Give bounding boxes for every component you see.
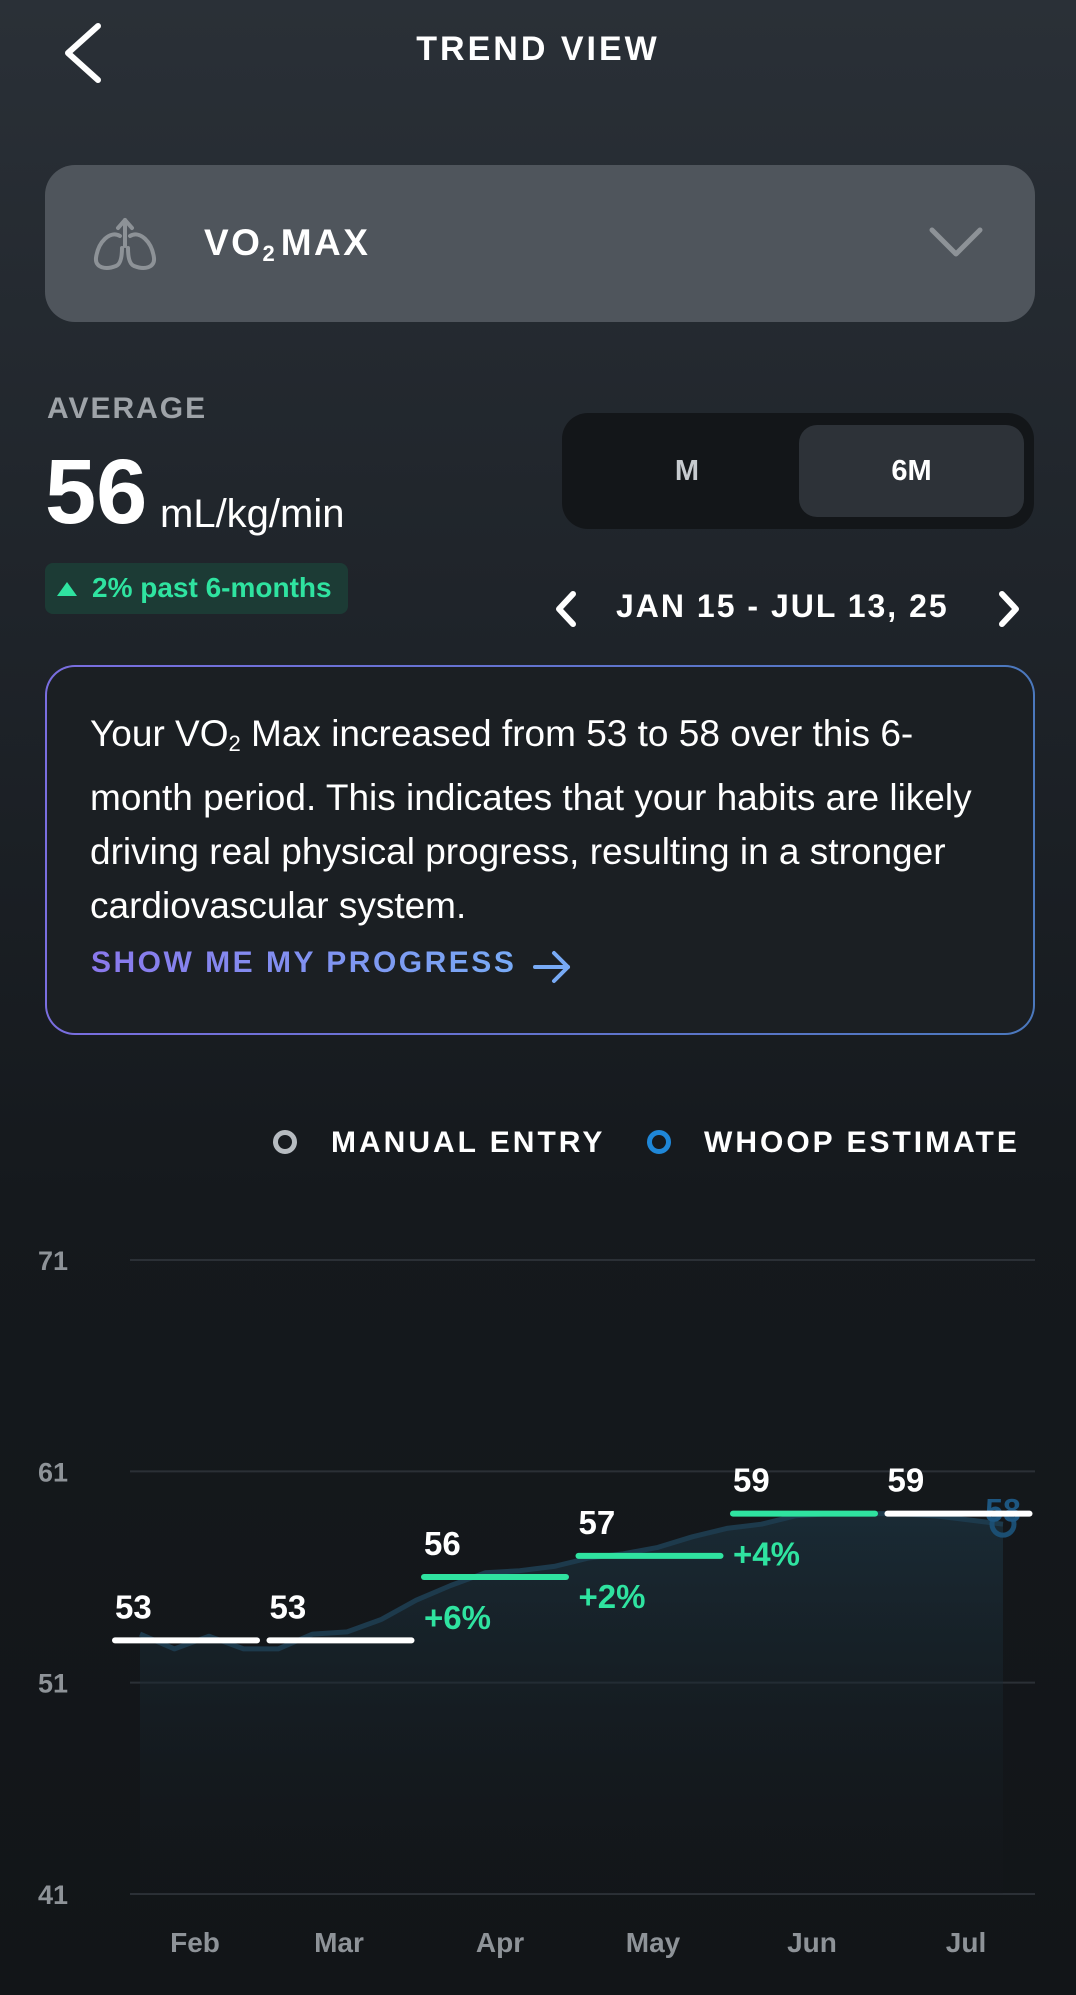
manual-entry-legend-icon: [273, 1130, 297, 1154]
show-progress-link[interactable]: SHOW ME MY PROGRESS: [91, 946, 516, 980]
monthly-average-label: 57: [579, 1504, 616, 1541]
metric-name: VO2 MAX: [204, 222, 371, 266]
whoop-estimate-legend-label: WHOOP ESTIMATE: [704, 1126, 1020, 1159]
latest-estimate-label: 58: [985, 1493, 1021, 1529]
y-tick-label: 41: [38, 1880, 68, 1910]
chevron-left-icon[interactable]: [551, 590, 579, 628]
average-unit: mL/kg/min: [160, 492, 345, 536]
chevron-down-icon[interactable]: [928, 226, 984, 260]
change-text: 2% past 6-months: [92, 572, 332, 603]
lungs-icon: [93, 218, 157, 270]
monthly-average-label: 56: [424, 1525, 461, 1562]
monthly-average-label: 53: [270, 1588, 307, 1625]
metric-selector[interactable]: [45, 165, 1035, 322]
date-range: JAN 15 - JUL 13, 25: [616, 588, 949, 624]
period-option-6m[interactable]: 6M: [799, 425, 1024, 517]
arrow-right-icon[interactable]: [532, 950, 572, 984]
triangle-up-icon: [57, 582, 77, 596]
x-tick-label: Mar: [314, 1927, 364, 1958]
x-tick-label: Jul: [946, 1927, 986, 1958]
period-option-m[interactable]: M: [574, 425, 800, 517]
whoop-estimate-area: [140, 1513, 1003, 1894]
x-tick-label: Feb: [170, 1927, 220, 1958]
average-value: 56: [45, 441, 148, 543]
x-tick-label: May: [626, 1927, 681, 1958]
monthly-change-label: +6%: [424, 1599, 491, 1636]
monthly-change-label: +2%: [579, 1578, 646, 1615]
insight-text: Your VO2 Max increased from 53 to 58 ove…: [90, 713, 972, 926]
monthly-average-label: 53: [115, 1588, 152, 1625]
vo2-trend-chart: 71 61 51 41 58 53 53 56 +6% 57 +2% 59 +4% 59 Feb Mar Apr…: [38, 1246, 1035, 1958]
y-tick-label: 61: [38, 1457, 68, 1487]
manual-entry-legend-label: MANUAL ENTRY: [331, 1126, 606, 1159]
whoop-estimate-legend-icon: [647, 1130, 671, 1154]
monthly-change-label: +4%: [733, 1536, 800, 1573]
x-tick-label: Apr: [476, 1927, 524, 1958]
page-title: TREND VIEW: [416, 30, 660, 68]
chevron-right-icon[interactable]: [996, 590, 1024, 628]
average-label: AVERAGE: [47, 392, 208, 425]
x-tick-label: Jun: [787, 1927, 837, 1958]
y-tick-label: 71: [38, 1246, 68, 1276]
y-tick-label: 51: [38, 1669, 68, 1699]
monthly-average-label: 59: [733, 1462, 770, 1499]
monthly-average-label: 59: [888, 1462, 925, 1499]
